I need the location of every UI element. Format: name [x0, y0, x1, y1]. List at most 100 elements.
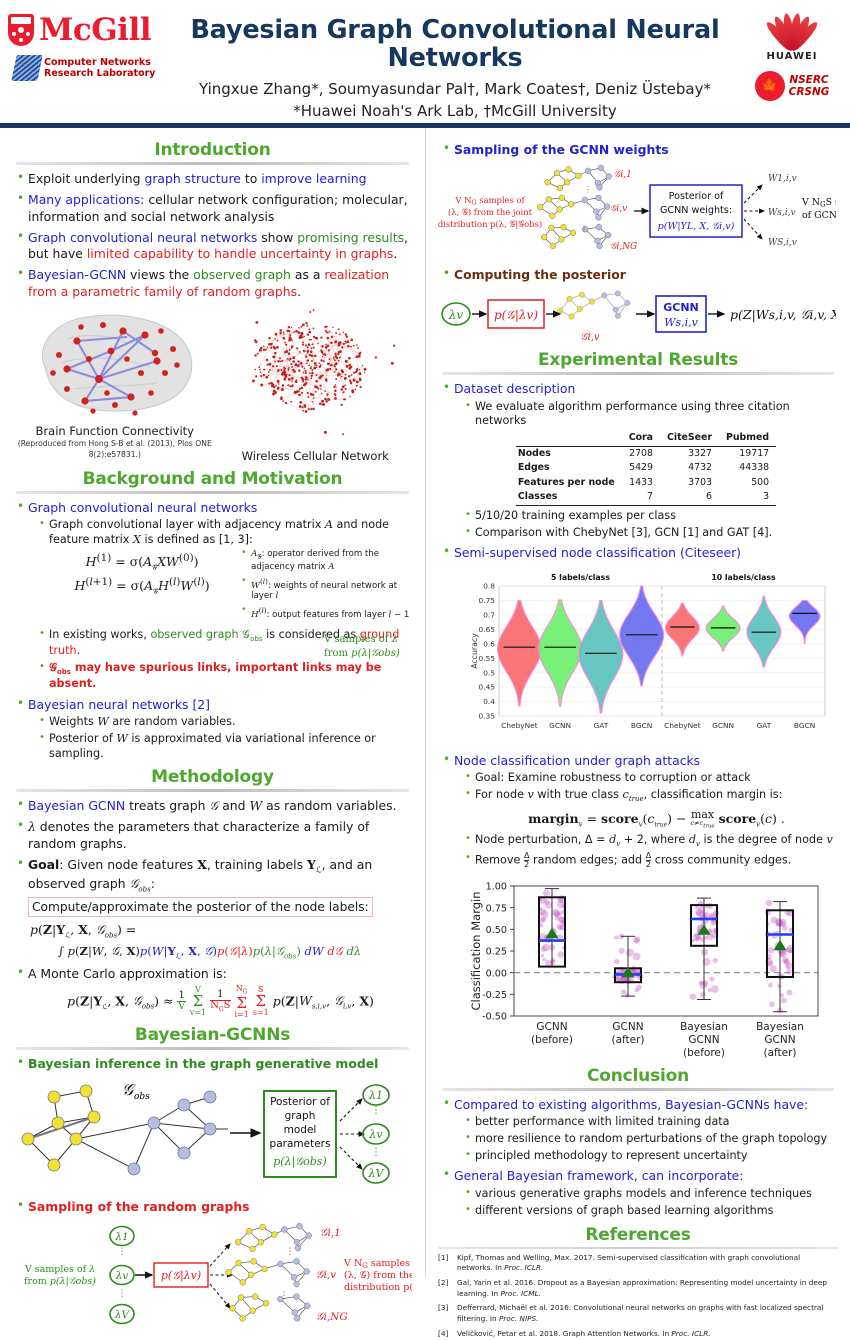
nserc-logo: NSERC CRSNG — [740, 71, 844, 101]
svg-text:GAT: GAT — [757, 721, 772, 730]
conclusion-sublist-1: better performance with limited training… — [464, 1114, 838, 1164]
section-heading-background: Background and Motivation — [82, 468, 343, 489]
svg-text:GCNN: GCNN — [536, 1021, 567, 1033]
svg-text:ChebyNet: ChebyNet — [664, 721, 701, 730]
svg-text:p(W|YL, X, 𝒢i,v): p(W|YL, X, 𝒢i,v) — [658, 221, 735, 232]
background-bullets: Graph convolutional neural networks Grap… — [16, 499, 413, 762]
svg-text:Accuracy: Accuracy — [470, 633, 479, 669]
list-item: Dataset description We evaluate algorith… — [442, 380, 838, 541]
svg-text:1.00: 1.00 — [486, 881, 507, 892]
huawei-wordmark: HUAWEI — [766, 51, 818, 62]
cnrl-wordmark: Computer Networks Research Laboratory — [44, 57, 156, 80]
svg-text:5 labels/class: 5 labels/class — [551, 573, 610, 582]
right-column: Sampling of the GCNN weights V NG sample… — [425, 128, 850, 1338]
nserc-line1: NSERC — [789, 73, 829, 86]
huawei-flower-icon — [763, 10, 821, 54]
table-col-pubmed: Pubmed — [719, 431, 777, 447]
section-heading-bayesian-gcnns: Bayesian-GCNNs — [134, 1024, 291, 1045]
row-label: Edges — [517, 462, 550, 474]
cell: 5429 — [629, 462, 653, 474]
list-item: Comparison with ChebyNet [3], GCN [1] an… — [464, 525, 838, 541]
list-item: Computing the posterior — [442, 266, 838, 284]
table-row: Classes 7 6 3 — [515, 490, 777, 506]
row-label: Nodes — [517, 447, 551, 459]
svg-text:GCNN: GCNN — [764, 1034, 795, 1046]
introduction-bullets: Exploit underlying graph structure to im… — [16, 170, 413, 300]
methodology-note: Compute/approximate the posterior of the… — [28, 896, 373, 917]
svg-text:obs: obs — [134, 1092, 150, 1102]
svg-text:-0.50: -0.50 — [482, 1011, 507, 1022]
svg-text:0.50: 0.50 — [486, 925, 507, 936]
list-item: [1] Kipf, Thomas and Welling, Max. 2017.… — [438, 1253, 838, 1275]
bnn-sublist: Weights W are random variables. Posterio… — [38, 714, 413, 761]
svg-text:0.55: 0.55 — [479, 654, 496, 663]
svg-text:𝒢i,v: 𝒢i,v — [580, 332, 599, 343]
cell: 500 — [751, 476, 770, 488]
ref-num: [4] — [438, 1328, 449, 1338]
diagram1-text-line2: from p(λ|𝒢obs) — [324, 647, 400, 659]
svg-text:⋮: ⋮ — [371, 1105, 381, 1116]
list-item: A𝒢: operator derived from the adjacency … — [241, 548, 413, 572]
cell: 3703 — [688, 476, 713, 488]
attacks-heading: Node classification under graph attacks — [454, 752, 701, 768]
list-item: Bayesian-GCNN views the observed graph a… — [16, 266, 413, 300]
svg-text:0.5: 0.5 — [483, 668, 495, 677]
figure-subcaption-brain: (Reproduced from Hong S-B et al. (2013),… — [17, 438, 212, 459]
list-item: Graph convolutional neural networks Grap… — [16, 499, 413, 693]
section-divider — [16, 1046, 409, 1050]
diagram1-text-line1: V samples of λ — [324, 634, 399, 645]
table-col-cora: Cora — [621, 431, 660, 447]
list-item: Semi-supervised node classification (Cit… — [442, 544, 838, 562]
list-item: more resilience to random perturbations … — [464, 1131, 838, 1147]
cell: 1433 — [629, 476, 653, 488]
svg-text:WS,i,v: WS,i,v — [768, 238, 797, 248]
svg-text:Classification Margin: Classification Margin — [469, 891, 483, 1010]
dataset-sublist-2: 5/10/20 training examples per class Comp… — [464, 508, 838, 541]
svg-text:GCNN: GCNN — [688, 1034, 719, 1046]
conclusion-heading-1: Compared to existing algorithms, Bayesia… — [454, 1096, 809, 1112]
row-label: Classes — [515, 490, 622, 506]
svg-text:Posterior of: Posterior of — [669, 191, 724, 202]
nserc-line2: CRSNG — [788, 86, 830, 98]
title-block: Bayesian Graph Convolutional Neural Netw… — [170, 16, 740, 123]
author-list: Yingxue Zhang*, Soumyasundar Pal†, Mark … — [198, 80, 712, 99]
svg-text:0.6: 0.6 — [483, 639, 495, 648]
conclusion-bullets: Compared to existing algorithms, Bayesia… — [442, 1096, 838, 1219]
svg-text:p(Z|Ws,i,v, 𝒢i,v, X): p(Z|Ws,i,v, 𝒢i,v, X) — [730, 307, 836, 322]
list-item: Remove Δ2 random edges; add Δ2 cross com… — [464, 851, 838, 869]
violin-chart-svg: 0.35 0.4 0.45 0.5 0.55 0.6 0.65 0.7 0.75 0.8 5 lab… — [470, 573, 826, 730]
cnrl-glyph-icon — [11, 55, 43, 81]
svg-text:p(λ|𝒢obs): p(λ|𝒢obs) — [273, 1155, 326, 1169]
section-heading-references: References — [585, 1224, 691, 1245]
list-item: [3] Defferrard, Michaël et al. 2016. Con… — [438, 1303, 838, 1325]
svg-text:p(𝒢|λv): p(𝒢|λv) — [494, 308, 538, 322]
bgcnn-heading-1: Bayesian inference in the graph generati… — [28, 1055, 379, 1071]
list-item: We evaluate algorithm performance using … — [464, 398, 838, 429]
svg-text:0.4: 0.4 — [483, 697, 495, 706]
table-header-row: Cora CiteSeer Pubmed — [515, 431, 777, 447]
svg-text:⋮: ⋮ — [118, 1289, 127, 1299]
section-divider — [16, 162, 409, 165]
svg-text:(before): (before) — [683, 1047, 725, 1059]
cnrl-line2: Research Laboratory — [44, 68, 156, 79]
list-item: Goal: Examine robustness to corruption o… — [464, 770, 838, 786]
svg-text:GCNN: GCNN — [612, 1021, 643, 1033]
svg-text:V NG samples of: V NG samples of — [343, 1258, 412, 1270]
svg-text:λV: λV — [368, 1167, 385, 1180]
svg-text:Ws,i,v: Ws,i,v — [664, 316, 698, 329]
cnrl-logo: Computer Networks Research Laboratory — [11, 55, 168, 81]
list-item: For node v with true class ctrue, classi… — [464, 787, 838, 829]
list-item: λ denotes the parameters that characteri… — [16, 818, 413, 852]
svg-text:Bayesian: Bayesian — [680, 1021, 728, 1033]
list-item: various generative graphs models and inf… — [464, 1186, 838, 1202]
svg-text:(λ, 𝒢) from the joint: (λ, 𝒢) from the joint — [344, 1270, 412, 1281]
gcn-equations: H(1) = σ(A𝒢XW(0)) H(l+1) = σ(A𝒢H(l)W(l)) — [49, 549, 235, 600]
monte-carlo-equation: p(Z|Yℒ, X, 𝒢obs) ≈ 1V V Σv=1 1 NGS NG Σi=1 … — [67, 984, 374, 1019]
svg-text:0.00: 0.00 — [486, 968, 507, 979]
cell: 2708 — [629, 447, 653, 459]
table-row: Features per node 1433 3703 500 — [516, 476, 776, 491]
list-item: 𝒢obs may have spurious links, important … — [38, 660, 413, 692]
svg-text:⋮: ⋮ — [286, 1247, 295, 1257]
svg-text:of GCNN weights: of GCNN weights — [802, 210, 836, 221]
svg-text:⋮: ⋮ — [118, 1247, 127, 1257]
